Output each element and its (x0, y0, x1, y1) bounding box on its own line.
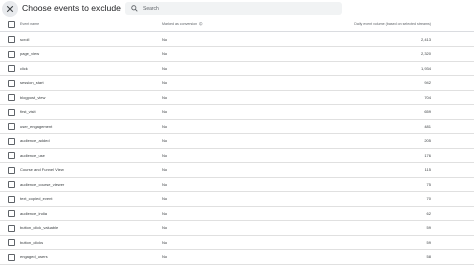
daily-volume-cell: 115 (424, 167, 431, 172)
table-row[interactable]: session_start No 942 (0, 75, 474, 91)
row-checkbox[interactable] (8, 36, 15, 43)
table-row[interactable]: audience_added No 205 (0, 133, 474, 149)
event-name-cell: page_view (20, 51, 40, 56)
conversion-cell: No (162, 152, 168, 158)
event-name-cell: scroll (20, 36, 30, 42)
conversion-cell: No (162, 65, 168, 71)
daily-volume-cell: 704 (424, 94, 431, 100)
conversion-cell: No (162, 181, 168, 187)
event-name-cell: audience_course_viewer (20, 181, 65, 187)
row-checkbox[interactable] (8, 79, 15, 87)
daily-volume-cell: 481 (424, 123, 431, 129)
row-checkbox[interactable] (8, 210, 15, 217)
table-header-row: Event name Marked as conversion Daily ev… (0, 17, 474, 32)
event-name-cell: audience_added (20, 138, 50, 143)
table-row[interactable]: audience_india No 62 (0, 206, 474, 221)
search-box[interactable] (125, 2, 342, 15)
event-name-cell: blogpost_view (20, 94, 46, 100)
table-row[interactable]: user_engagement No 481 (0, 119, 474, 134)
table-row[interactable]: first_visit No 659 (0, 104, 474, 120)
conversion-cell: No (162, 196, 168, 201)
row-checkbox[interactable] (8, 239, 15, 246)
conversion-cell: No (162, 225, 168, 230)
table-row[interactable]: audience_course_viewer No 75 (0, 177, 474, 192)
daily-volume-cell: 205 (424, 138, 431, 143)
event-name-cell: button_click_valuable (20, 225, 59, 230)
conversion-cell: No (162, 254, 168, 259)
select-all-checkbox[interactable] (8, 21, 15, 28)
event-name-cell: audience_use (20, 152, 45, 158)
conversion-cell: No (162, 94, 168, 100)
event-name-cell: engaged_users (20, 254, 48, 259)
dialog-title: Choose events to exclude (22, 3, 121, 13)
daily-volume-cell: 659 (424, 109, 431, 114)
table-row[interactable]: scroll No 2,413 (0, 32, 474, 47)
conversion-cell: No (162, 51, 168, 56)
event-name-cell: Course and Funnel View (20, 167, 64, 172)
daily-volume-cell: 176 (424, 152, 431, 158)
row-checkbox[interactable] (8, 108, 15, 116)
dialog-header: Choose events to exclude (0, 0, 474, 18)
search-icon (131, 5, 138, 12)
row-checkbox[interactable] (8, 65, 15, 72)
conversion-cell: No (162, 138, 168, 143)
row-checkbox[interactable] (8, 50, 15, 58)
close-button[interactable] (2, 1, 18, 17)
close-icon (6, 5, 14, 13)
row-checkbox[interactable] (8, 181, 15, 188)
row-checkbox[interactable] (8, 253, 15, 261)
daily-volume-cell: 942 (424, 80, 431, 85)
search-input[interactable] (143, 3, 333, 14)
table-row[interactable]: blogpost_view No 704 (0, 90, 474, 105)
event-name-cell: button_clicks (20, 239, 44, 245)
row-checkbox[interactable] (8, 224, 15, 232)
table-row[interactable]: click No 1,934 (0, 61, 474, 76)
conversion-cell: No (162, 239, 168, 245)
event-name-cell: user_engagement (20, 123, 53, 129)
event-name-cell: first_visit (20, 109, 36, 114)
daily-volume-cell: 59 (426, 225, 431, 230)
daily-volume-cell: 1,934 (420, 65, 431, 71)
conversion-cell: No (162, 109, 168, 114)
conversion-cell: No (162, 167, 168, 172)
row-checkbox[interactable] (8, 166, 15, 174)
event-name-cell: click (20, 65, 28, 71)
table-row[interactable]: audience_use No 176 (0, 148, 474, 163)
daily-volume-cell: 62 (426, 210, 431, 216)
conversion-cell: No (162, 36, 168, 42)
daily-volume-cell: 59 (426, 239, 431, 245)
table-row[interactable]: button_click_valuable No 59 (0, 220, 474, 236)
info-icon[interactable] (199, 22, 203, 26)
event-name-cell: audience_india (20, 210, 47, 216)
daily-volume-cell: 70 (426, 196, 431, 201)
table-row[interactable]: Course and Funnel View No 115 (0, 162, 474, 178)
column-header-daily-volume[interactable]: Daily event volume (based on selected st… (354, 22, 431, 26)
event-name-cell: text_copied_event (20, 196, 53, 201)
daily-volume-cell: 2,320 (420, 51, 431, 56)
conversion-cell: No (162, 123, 168, 129)
table-row[interactable]: text_copied_event No 70 (0, 191, 474, 207)
table-row[interactable]: button_clicks No 59 (0, 235, 474, 250)
column-header-conversion-label: Marked as conversion (162, 22, 198, 26)
table-row[interactable]: page_view No 2,320 (0, 46, 474, 62)
daily-volume-cell: 75 (426, 181, 431, 187)
column-header-event-name[interactable]: Event name (20, 22, 39, 26)
daily-volume-cell: 58 (426, 254, 431, 259)
conversion-cell: No (162, 210, 168, 216)
row-checkbox[interactable] (8, 137, 15, 145)
conversion-cell: No (162, 80, 168, 85)
table-row[interactable]: engaged_users No 58 (0, 249, 474, 265)
row-checkbox[interactable] (8, 152, 15, 159)
column-header-conversion[interactable]: Marked as conversion (162, 22, 203, 26)
row-checkbox[interactable] (8, 94, 15, 101)
event-name-cell: session_start (20, 80, 44, 85)
row-checkbox[interactable] (8, 123, 15, 130)
row-checkbox[interactable] (8, 195, 15, 203)
daily-volume-cell: 2,413 (420, 36, 431, 42)
